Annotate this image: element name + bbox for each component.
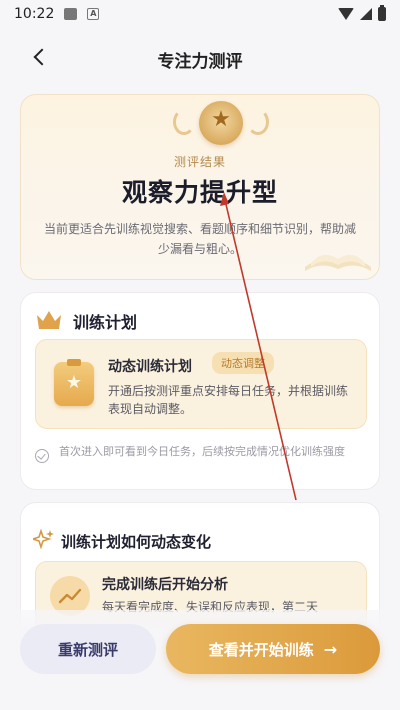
crown-icon bbox=[37, 311, 61, 329]
plan-title: 训练计划 bbox=[73, 313, 138, 332]
result-label: 测评结果 bbox=[173, 155, 226, 169]
plan-note: 首次进入即可看到今日任务，后续按完成情况优化训练强度 bbox=[59, 445, 345, 458]
sparkle-icon bbox=[33, 529, 54, 549]
battery-icon bbox=[378, 5, 386, 21]
page-title: 专注力测评 bbox=[157, 52, 243, 72]
status-bar: 10:22 A bbox=[0, 0, 400, 28]
step-title: 完成训练后开始分析 bbox=[102, 577, 228, 593]
plan-card: 训练计划 动态训练计划 动态调整 开通后按测评重点安排每日任务，并根据训练表现自… bbox=[20, 292, 380, 490]
clipboard-icon bbox=[54, 359, 94, 406]
status-badge: 动态调整 bbox=[212, 352, 274, 374]
plan-item-description: 开通后按测评重点安排每日任务，并根据训练表现自动调整。 bbox=[108, 384, 349, 416]
book-icon bbox=[305, 254, 371, 271]
laurel-left-icon bbox=[173, 109, 195, 135]
check-circle-icon bbox=[35, 449, 49, 463]
signal-icon bbox=[360, 8, 372, 20]
plan-item[interactable]: 动态训练计划 动态调整 开通后按测评重点安排每日任务，并根据训练表现自动调整。 bbox=[35, 339, 367, 429]
start-training-label: 查看并开始训练 bbox=[208, 640, 314, 659]
start-training-button[interactable]: 查看并开始训练 → bbox=[166, 624, 380, 674]
wifi-icon bbox=[338, 8, 354, 20]
navbar: 专注力测评 bbox=[0, 36, 400, 80]
result-card: 测评结果 观察力提升型 当前更适合先训练视觉搜索、看题顺序和细节识别，帮助减少漏… bbox=[20, 94, 380, 280]
status-time: 10:22 bbox=[14, 6, 55, 22]
status-right bbox=[338, 5, 386, 21]
dynamic-title: 训练计划如何动态变化 bbox=[61, 533, 212, 551]
a-icon: A bbox=[87, 8, 100, 20]
plan-item-title: 动态训练计划 bbox=[108, 359, 192, 375]
status-left: 10:22 A bbox=[14, 6, 100, 22]
retest-button[interactable]: 重新测评 bbox=[20, 624, 156, 674]
laurel-right-icon bbox=[247, 109, 269, 135]
result-type: 观察力提升型 bbox=[121, 178, 278, 207]
arrow-right-icon: → bbox=[323, 639, 338, 659]
image-icon bbox=[64, 8, 78, 20]
bottom-action-bar: 重新测评 查看并开始训练 → bbox=[0, 610, 400, 710]
medal-icon bbox=[199, 101, 243, 145]
